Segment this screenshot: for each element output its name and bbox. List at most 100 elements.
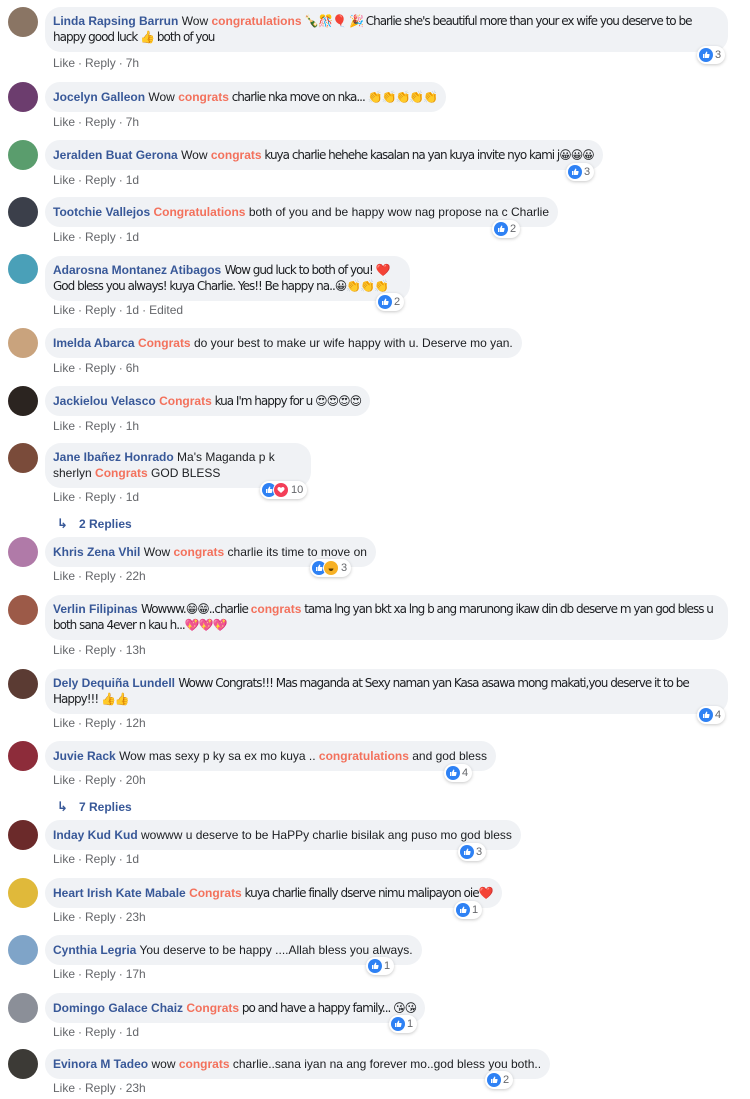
like-link[interactable]: Like [53, 56, 75, 70]
comment-timestamp[interactable]: 17h [126, 967, 146, 981]
reaction-count[interactable]: 4 [444, 764, 473, 782]
comment-author[interactable]: Dely Dequiña Lundell [53, 676, 175, 690]
reply-link[interactable]: Reply [85, 230, 116, 244]
comment-timestamp[interactable]: 1d [126, 230, 139, 244]
comment-author[interactable]: Heart Irish Kate Mabale [53, 886, 186, 900]
reply-link[interactable]: Reply [85, 967, 116, 981]
avatar[interactable] [8, 537, 38, 567]
reply-link[interactable]: Reply [85, 643, 116, 657]
avatar[interactable] [8, 820, 38, 850]
comment-timestamp[interactable]: 12h [126, 716, 146, 730]
avatar[interactable] [8, 82, 38, 112]
reply-link[interactable]: Reply [85, 173, 116, 187]
reply-link[interactable]: Reply [85, 910, 116, 924]
comment-timestamp[interactable]: 7h [126, 115, 139, 129]
comment-author[interactable]: Verlin Filipinas [53, 602, 138, 616]
reply-link[interactable]: Reply [85, 303, 116, 317]
comment-author[interactable]: Khris Zena Vhil [53, 545, 140, 559]
reaction-count[interactable]: 2 [492, 220, 521, 238]
comment-timestamp[interactable]: 1d [126, 173, 139, 187]
avatar[interactable] [8, 741, 38, 771]
comment-author[interactable]: Domingo Galace Chaiz [53, 1001, 183, 1015]
comment-timestamp[interactable]: 13h [126, 643, 146, 657]
like-link[interactable]: Like [53, 115, 75, 129]
view-replies-link[interactable]: ↳ 2 Replies [57, 516, 132, 532]
avatar[interactable] [8, 7, 38, 37]
avatar[interactable] [8, 669, 38, 699]
reaction-count[interactable]: 2 [485, 1071, 514, 1089]
comment-author[interactable]: Juvie Rack [53, 749, 116, 763]
comment-timestamp[interactable]: 1d [126, 852, 139, 866]
reply-link[interactable]: Reply [85, 419, 116, 433]
like-link[interactable]: Like [53, 1025, 75, 1039]
like-link[interactable]: Like [53, 419, 75, 433]
avatar[interactable] [8, 140, 38, 170]
comment-timestamp[interactable]: 23h [126, 910, 146, 924]
like-link[interactable]: Like [53, 967, 75, 981]
reply-link[interactable]: Reply [85, 361, 116, 375]
reaction-count[interactable]: 3 [566, 163, 595, 181]
like-link[interactable]: Like [53, 230, 75, 244]
comment-timestamp[interactable]: 7h [126, 56, 139, 70]
comment-timestamp[interactable]: 22h [126, 569, 146, 583]
like-link[interactable]: Like [53, 361, 75, 375]
comment-author[interactable]: Inday Kud Kud [53, 828, 138, 842]
comment-author[interactable]: Jackielou Velasco [53, 394, 156, 408]
like-link[interactable]: Like [53, 569, 75, 583]
avatar[interactable] [8, 443, 38, 473]
like-link[interactable]: Like [53, 1081, 75, 1095]
reply-link[interactable]: Reply [85, 1025, 116, 1039]
comment-author[interactable]: Cynthia Legria [53, 943, 136, 957]
like-link[interactable]: Like [53, 910, 75, 924]
avatar[interactable] [8, 595, 38, 625]
avatar[interactable] [8, 993, 38, 1023]
reply-link[interactable]: Reply [85, 716, 116, 730]
like-link[interactable]: Like [53, 716, 75, 730]
reply-link[interactable]: Reply [85, 115, 116, 129]
reaction-count[interactable]: 1 [454, 901, 483, 919]
comment-timestamp[interactable]: 1h [126, 419, 139, 433]
comment-author[interactable]: Adarosna Montanez Atibagos [53, 263, 221, 277]
comment-author[interactable]: Jocelyn Galleon [53, 90, 145, 104]
reaction-count[interactable]: 3 [310, 559, 352, 577]
comment-author[interactable]: Jane Ibañez Honrado [53, 450, 174, 464]
like-link[interactable]: Like [53, 852, 75, 866]
avatar[interactable] [8, 254, 38, 284]
like-link[interactable]: Like [53, 773, 75, 787]
reaction-count[interactable]: 2 [376, 293, 405, 311]
comment-author[interactable]: Tootchie Vallejos [53, 205, 150, 219]
reply-link[interactable]: Reply [85, 852, 116, 866]
reaction-count[interactable]: 10 [260, 481, 308, 499]
comment-timestamp[interactable]: 1d [126, 1025, 139, 1039]
comment-author[interactable]: Imelda Abarca [53, 336, 135, 350]
reaction-count[interactable]: 3 [697, 46, 726, 64]
reaction-count[interactable]: 1 [366, 957, 395, 975]
comment-timestamp[interactable]: 1d [126, 303, 139, 317]
like-link[interactable]: Like [53, 490, 75, 504]
reply-link[interactable]: Reply [85, 56, 116, 70]
comment-author[interactable]: Jeralden Buat Gerona [53, 148, 178, 162]
avatar[interactable] [8, 386, 38, 416]
view-replies-link[interactable]: ↳ 7 Replies [57, 799, 132, 815]
like-link[interactable]: Like [53, 643, 75, 657]
avatar[interactable] [8, 935, 38, 965]
like-link[interactable]: Like [53, 303, 75, 317]
reaction-count[interactable]: 3 [458, 843, 487, 861]
reply-link[interactable]: Reply [85, 773, 116, 787]
comment-timestamp[interactable]: 6h [126, 361, 139, 375]
avatar[interactable] [8, 328, 38, 358]
comment-timestamp[interactable]: 20h [126, 773, 146, 787]
reply-link[interactable]: Reply [85, 1081, 116, 1095]
avatar[interactable] [8, 197, 38, 227]
avatar[interactable] [8, 1049, 38, 1079]
comment-author[interactable]: Linda Rapsing Barrun [53, 14, 178, 28]
like-link[interactable]: Like [53, 173, 75, 187]
reaction-count[interactable]: 1 [389, 1015, 418, 1033]
reply-link[interactable]: Reply [85, 569, 116, 583]
avatar[interactable] [8, 878, 38, 908]
comment-author[interactable]: Evinora M Tadeo [53, 1057, 148, 1071]
comment-timestamp[interactable]: 1d [126, 490, 139, 504]
reaction-count[interactable]: 4 [697, 706, 726, 724]
reply-link[interactable]: Reply [85, 490, 116, 504]
comment-timestamp[interactable]: 23h [126, 1081, 146, 1095]
